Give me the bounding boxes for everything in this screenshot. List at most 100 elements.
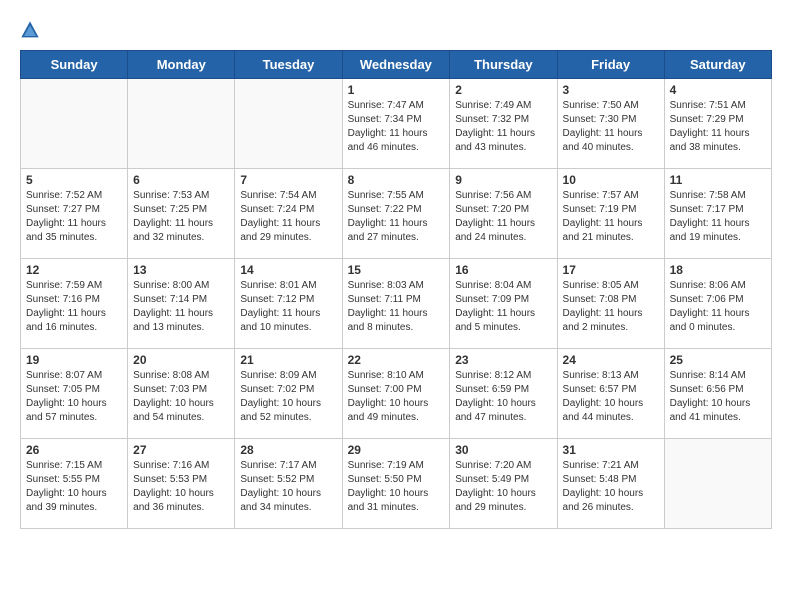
day-info-line: Daylight: 10 hours and 29 minutes. xyxy=(455,488,536,513)
day-number: 20 xyxy=(133,353,229,367)
day-number: 8 xyxy=(348,173,445,187)
day-info: Sunrise: 7:59 AM Sunset: 7:16 PM Daylight:… xyxy=(26,279,122,335)
day-info-line: Sunrise: 8:14 AM xyxy=(670,370,746,381)
day-info-line: Sunrise: 8:04 AM xyxy=(455,280,531,291)
day-info-line: Daylight: 11 hours and 8 minutes. xyxy=(348,308,428,333)
day-info-line: Sunrise: 7:54 AM xyxy=(240,190,316,201)
day-number: 30 xyxy=(455,443,551,457)
day-info-line: Daylight: 10 hours and 54 minutes. xyxy=(133,398,214,423)
day-info-line: Sunrise: 7:21 AM xyxy=(563,460,639,471)
day-number: 16 xyxy=(455,263,551,277)
day-info-line: Sunset: 5:48 PM xyxy=(563,474,637,485)
day-info-line: Sunrise: 7:47 AM xyxy=(348,100,424,111)
day-info: Sunrise: 8:10 AMSunset: 7:00 PMDaylight:… xyxy=(348,369,445,425)
day-info-line: Daylight: 11 hours and 24 minutes. xyxy=(455,218,535,243)
day-info: Sunrise: 8:01 AMSunset: 7:12 PMDaylight:… xyxy=(240,279,336,335)
calendar-cell: 25Sunrise: 8:14 AMSunset: 6:56 PMDayligh… xyxy=(664,349,771,439)
day-info-line: Sunset: 7:11 PM xyxy=(348,294,421,305)
calendar-cell: 26Sunrise: 7:15 AMSunset: 5:55 PMDayligh… xyxy=(21,439,128,529)
day-info-line: Sunset: 5:55 PM xyxy=(26,474,100,485)
day-header-monday: Monday xyxy=(128,51,235,79)
day-info-line: Sunrise: 8:01 AM xyxy=(240,280,316,291)
day-info-line: Sunset: 5:49 PM xyxy=(455,474,529,485)
day-info: Sunrise: 7:50 AMSunset: 7:30 PMDaylight:… xyxy=(563,99,659,155)
day-info-line: Sunset: 6:57 PM xyxy=(563,384,637,395)
day-header-friday: Friday xyxy=(557,51,664,79)
day-info: Sunrise: 8:13 AMSunset: 6:57 PMDaylight:… xyxy=(563,369,659,425)
day-info-line: Sunset: 5:53 PM xyxy=(133,474,207,485)
day-info-line: Sunset: 7:08 PM xyxy=(563,294,637,305)
calendar-cell: 12 Sunrise: 7:59 AM Sunset: 7:16 PM Dayligh… xyxy=(21,259,128,349)
calendar-cell: 1Sunrise: 7:47 AMSunset: 7:34 PMDaylight… xyxy=(342,79,450,169)
calendar-cell: 3Sunrise: 7:50 AMSunset: 7:30 PMDaylight… xyxy=(557,79,664,169)
day-number: 26 xyxy=(26,443,122,457)
calendar-cell: 8 Sunrise: 7:55 AMSunset: 7:22 PMDaylight… xyxy=(342,169,450,259)
day-info-line: Daylight: 11 hours and 32 minutes. xyxy=(133,218,213,243)
day-number: 2 xyxy=(455,83,551,97)
day-info: Sunrise: 8:00 AMSunset: 7:14 PMDaylight:… xyxy=(133,279,229,335)
day-info-line: Sunrise: 7:19 AM xyxy=(348,460,424,471)
calendar-cell: 15Sunrise: 8:03 AMSunset: 7:11 PMDayligh… xyxy=(342,259,450,349)
calendar-cell: 19Sunrise: 8:07 AMSunset: 7:05 PMDayligh… xyxy=(21,349,128,439)
day-header-tuesday: Tuesday xyxy=(235,51,342,79)
day-info-line: Sunset: 7:12 PM xyxy=(240,294,314,305)
calendar-cell: 10 Sunrise: 7:57 AMSunset: 7:19 PMDayligh… xyxy=(557,169,664,259)
day-number: 12 xyxy=(26,263,122,277)
day-number: 10 xyxy=(563,173,659,187)
day-info-line: Sunset: 7:29 PM xyxy=(670,114,744,125)
day-info-line: Sunset: 7:22 PM xyxy=(348,204,422,215)
calendar-cell: 17Sunrise: 8:05 AMSunset: 7:08 PMDayligh… xyxy=(557,259,664,349)
week-row-3: 12 Sunrise: 7:59 AM Sunset: 7:16 PM Dayligh… xyxy=(21,259,772,349)
day-number: 13 xyxy=(133,263,229,277)
day-number: 25 xyxy=(670,353,766,367)
days-header-row: SundayMondayTuesdayWednesdayThursdayFrid… xyxy=(21,51,772,79)
day-info-line: Sunset: 7:16 PM xyxy=(26,294,100,305)
day-number: 27 xyxy=(133,443,229,457)
day-info-line: Sunset: 7:14 PM xyxy=(133,294,207,305)
day-number: 21 xyxy=(240,353,336,367)
calendar-cell: 9Sunrise: 7:56 AMSunset: 7:20 PMDaylight… xyxy=(450,169,557,259)
day-info-line: Sunrise: 8:07 AM xyxy=(26,370,102,381)
day-info-line: Sunset: 7:09 PM xyxy=(455,294,529,305)
day-number: 17 xyxy=(563,263,659,277)
day-info-line: Daylight: 11 hours and 19 minutes. xyxy=(670,218,750,243)
day-info: Sunrise: 7:19 AMSunset: 5:50 PMDaylight:… xyxy=(348,459,445,515)
week-row-5: 26 Sunrise: 7:15 AM Sunset: 5:55 PM Dayligh… xyxy=(21,439,772,529)
day-info-line: Sunrise: 8:06 AM xyxy=(670,280,746,291)
calendar-cell: 31 Sunrise: 7:21 AM Sunset: 5:48 PM Dayligh… xyxy=(557,439,664,529)
day-info-line: Sunset: 7:27 PM xyxy=(26,204,100,215)
day-info: Sunrise: 7:15 AMSunset: 5:55 PMDaylight:… xyxy=(26,459,122,515)
day-info-line: Daylight: 10 hours and 26 minutes. xyxy=(563,488,644,513)
day-number: 31 xyxy=(563,443,659,457)
calendar-cell: 30Sunrise: 7:20 AMSunset: 5:49 PMDayligh… xyxy=(450,439,557,529)
day-info-line: Sunrise: 8:10 AM xyxy=(348,370,424,381)
day-info-line: Sunrise: 7:59 AM xyxy=(26,280,102,291)
day-info-line: Sunrise: 8:09 AM xyxy=(240,370,316,381)
day-info: Sunrise: 7:58 AMSunset: 7:17 PMDaylight:… xyxy=(670,189,766,245)
day-info-line: Daylight: 11 hours and 16 minutes. xyxy=(26,308,106,333)
day-info-line: Sunset: 7:34 PM xyxy=(348,114,422,125)
day-info-line: Sunrise: 8:13 AM xyxy=(563,370,639,381)
calendar-cell: 22Sunrise: 8:10 AMSunset: 7:00 PMDayligh… xyxy=(342,349,450,439)
day-info-line: Daylight: 11 hours and 35 minutes. xyxy=(26,218,106,243)
logo-icon xyxy=(20,20,40,40)
day-info-line: Sunrise: 7:51 AM xyxy=(670,100,746,111)
day-info: Sunrise: 8:06 AMSunset: 7:06 PMDaylight:… xyxy=(670,279,766,335)
calendar-cell xyxy=(664,439,771,529)
day-number: 23 xyxy=(455,353,551,367)
calendar-cell: 5Sunrise: 7:52 AMSunset: 7:27 PMDaylight… xyxy=(21,169,128,259)
day-info: Sunrise: 7:55 AMSunset: 7:22 PMDaylight:… xyxy=(348,189,445,245)
day-number: 29 xyxy=(348,443,445,457)
day-info: Sunrise: 8:04 AMSunset: 7:09 PMDaylight:… xyxy=(455,279,551,335)
day-info-line: Sunset: 7:25 PM xyxy=(133,204,207,215)
day-info-line: Sunrise: 7:15 AM xyxy=(26,460,102,471)
day-info-line: Sunrise: 7:17 AM xyxy=(240,460,316,471)
day-info: Sunrise: 7:57 AMSunset: 7:19 PMDaylight:… xyxy=(563,189,659,245)
calendar-cell: 7Sunrise: 7:54 AMSunset: 7:24 PMDaylight… xyxy=(235,169,342,259)
day-info: Sunrise: 8:12 AMSunset: 6:59 PMDaylight:… xyxy=(455,369,551,425)
day-info-line: Daylight: 11 hours and 40 minutes. xyxy=(563,128,643,153)
day-number: 28 xyxy=(240,443,336,457)
day-info-line: Sunset: 7:32 PM xyxy=(455,114,529,125)
calendar-cell: 23 Sunrise: 8:12 AMSunset: 6:59 PMDayligh… xyxy=(450,349,557,439)
day-info-line: Sunrise: 8:00 AM xyxy=(133,280,209,291)
